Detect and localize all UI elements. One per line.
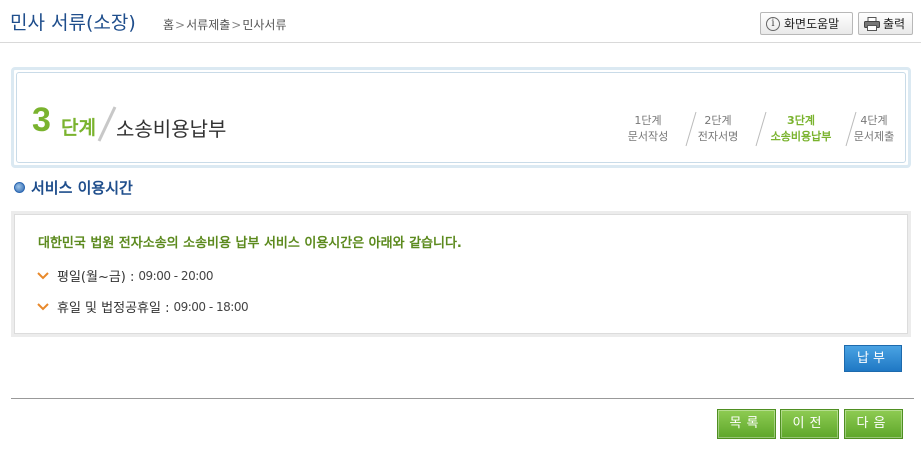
service-hours-inner: 대한민국 법원 전자소송의 소송비용 납부 서비스 이용시간은 아래와 같습니다… [14, 214, 908, 334]
printer-icon [864, 16, 880, 31]
step-item-3: 3단계 소송비용납부 [761, 113, 841, 145]
service-hours-box: 대한민국 법원 전자소송의 소송비용 납부 서비스 이용시간은 아래와 같습니다… [11, 211, 911, 337]
holiday-hours: 휴일 및 법정공휴일 : 09:00 - 18:00 [37, 297, 249, 316]
breadcrumb-submit[interactable]: 서류제출 [186, 18, 230, 32]
step-item-1: 1단계 문서작성 [613, 113, 683, 145]
holiday-label: 휴일 및 법정공휴일 : [57, 301, 170, 316]
holiday-time: 09:00 - 18:00 [173, 299, 249, 314]
service-hours-lead: 대한민국 법원 전자소송의 소송비용 납부 서비스 이용시간은 아래와 같습니다… [38, 236, 462, 251]
next-button[interactable]: 다음 [844, 409, 903, 439]
section-title: 서비스 이용시간 [14, 177, 133, 198]
chevron-down-icon [37, 302, 49, 310]
print-button[interactable]: 출력 [858, 12, 913, 35]
step-item-3-label: 소송비용납부 [770, 130, 832, 143]
breadcrumb-separator: > [231, 18, 242, 32]
step-item-1-number: 1단계 [634, 114, 662, 127]
current-step-word: 단계 [61, 117, 96, 139]
section-title-text: 서비스 이용시간 [31, 179, 133, 197]
breadcrumb: 홈>서류제출>민사서류 [163, 16, 287, 33]
divider [11, 398, 914, 399]
breadcrumb-civil[interactable]: 민사서류 [242, 18, 286, 32]
step-item-3-number: 3단계 [787, 114, 815, 127]
step-indicator: 3 단계 소송비용납부 1단계 문서작성 2단계 전자서명 3단계 소송비용납부… [11, 67, 911, 168]
slash-icon [97, 106, 117, 142]
step-divider [755, 111, 767, 147]
page-header: 민사 서류(소장) 홈>서류제출>민사서류 i 화면도움말 출력 [0, 0, 921, 43]
breadcrumb-separator: > [175, 18, 186, 32]
info-icon: i [766, 16, 780, 31]
print-label: 출력 [883, 17, 906, 31]
previous-button[interactable]: 이전 [780, 409, 839, 439]
bullet-icon [14, 182, 25, 193]
step-indicator-inner: 3 단계 소송비용납부 1단계 문서작성 2단계 전자서명 3단계 소송비용납부… [16, 72, 906, 163]
screen-help-label: 화면도움말 [784, 17, 840, 31]
page-title: 민사 서류(소장) [10, 12, 136, 34]
step-divider [845, 111, 857, 147]
breadcrumb-home[interactable]: 홈 [163, 18, 174, 32]
step-item-1-label: 문서작성 [627, 130, 669, 143]
weekday-hours: 평일(월~금) : 09:00 - 20:00 [37, 266, 214, 285]
pay-button[interactable]: 납부 [844, 345, 902, 372]
step-divider [685, 111, 697, 147]
current-step-number: 3 [32, 101, 51, 139]
chevron-down-icon [37, 271, 49, 279]
weekday-time: 09:00 - 20:00 [138, 268, 214, 283]
screen-help-button[interactable]: i 화면도움말 [760, 12, 853, 35]
list-button[interactable]: 목록 [717, 409, 776, 439]
current-step-title: 소송비용납부 [116, 117, 227, 141]
weekday-label: 평일(월~금) : [57, 270, 135, 285]
